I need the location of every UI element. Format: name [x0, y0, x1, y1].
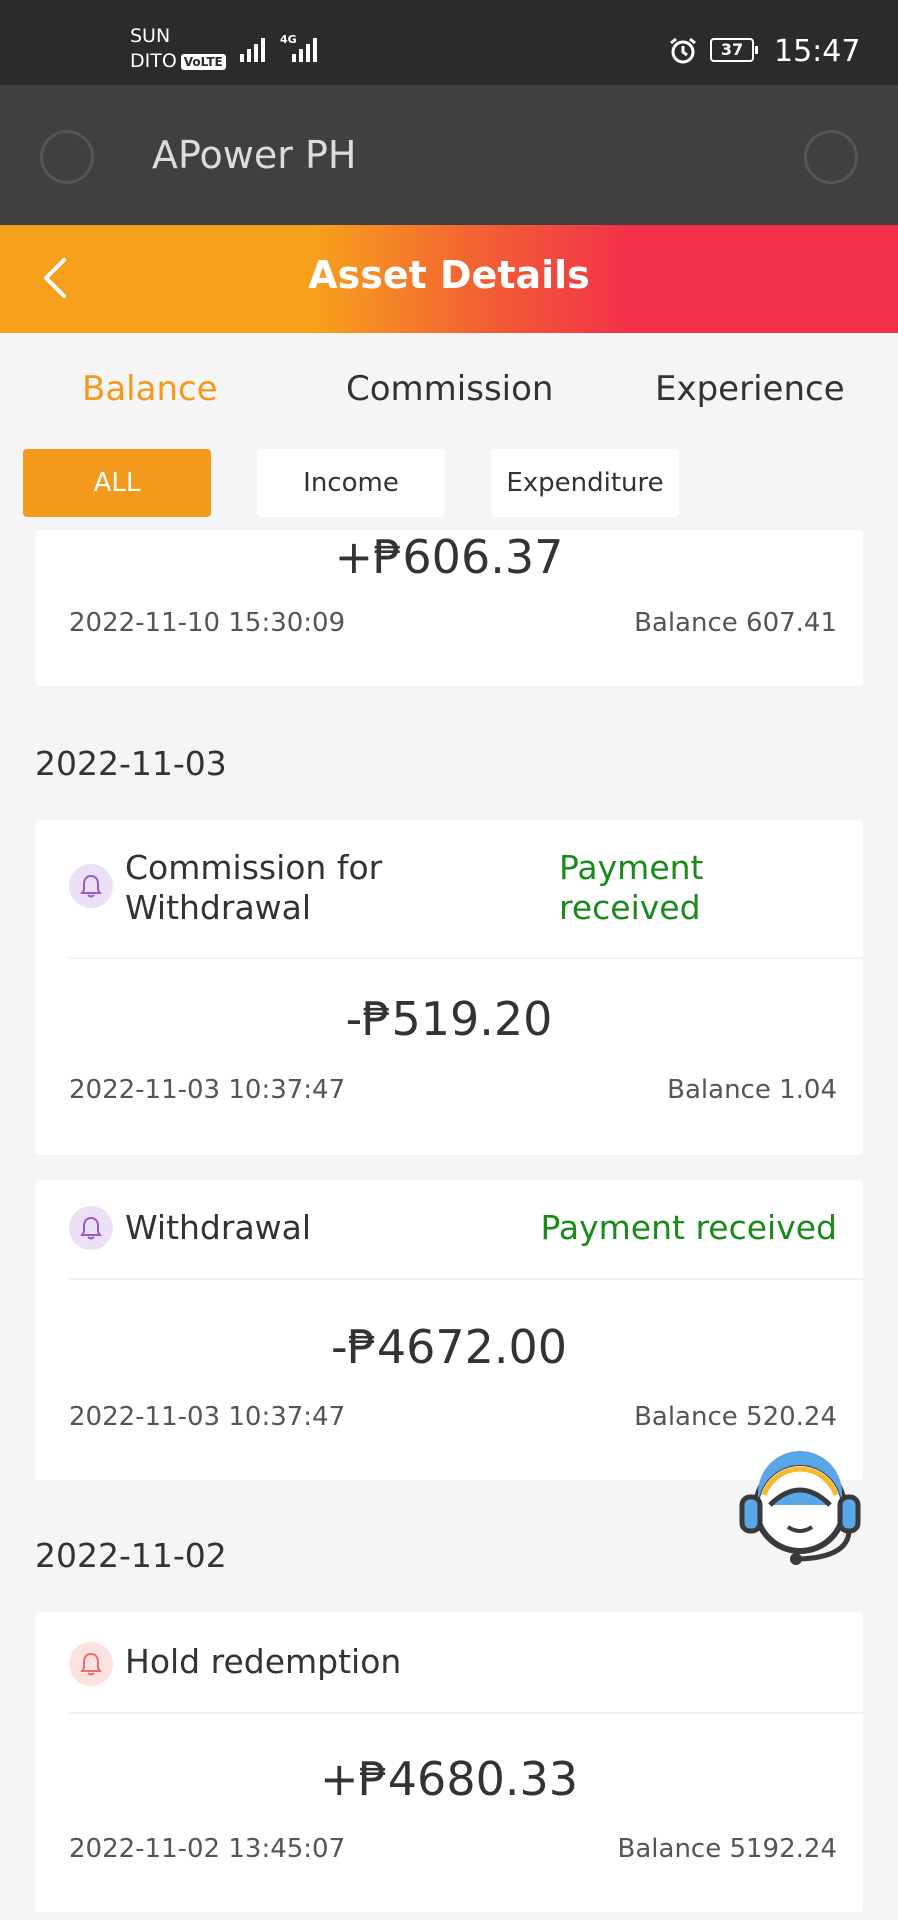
filter-bar: ALL Income Expenditure	[0, 445, 898, 525]
record-amount: -₱4672.00	[330, 1320, 568, 1374]
record-time: 2022-11-03 10:37:47	[69, 1402, 346, 1432]
bell-icon	[69, 864, 113, 908]
bell-icon	[69, 1642, 113, 1686]
card-divider	[69, 1712, 863, 1714]
card-divider	[69, 957, 863, 959]
signal-icon	[240, 32, 265, 62]
signal-icon-2	[292, 32, 317, 62]
carrier-info: SUN DITO VoLTE	[130, 24, 226, 74]
bell-icon	[69, 1206, 113, 1250]
volte-badge: VoLTE	[180, 53, 226, 70]
battery-icon: 37	[710, 38, 758, 62]
record-balance: Balance 5192.24	[617, 1834, 837, 1864]
record-title: Withdrawal	[125, 1208, 312, 1247]
record-status: Payment received	[540, 1208, 837, 1247]
card-divider	[69, 1278, 863, 1280]
filter-all[interactable]: ALL	[23, 449, 211, 517]
record-title: Commission for Withdrawal	[125, 848, 383, 927]
record-card[interactable]: Hold redemption +₱4680.33 2022-11-02 13:…	[35, 1612, 863, 1912]
tab-commission[interactable]: Commission	[346, 369, 553, 409]
app-logo-icon	[40, 130, 94, 184]
customer-service-icon[interactable]	[730, 1435, 870, 1575]
alarm-icon	[670, 37, 696, 64]
record-status: Payment received	[559, 848, 704, 927]
date-header: 2022-11-03	[35, 744, 227, 783]
title-bar: Asset Details	[0, 225, 898, 333]
record-card[interactable]: Commission for Withdrawal Payment receiv…	[35, 820, 863, 1155]
record-time: 2022-11-02 13:45:07	[69, 1834, 346, 1864]
record-amount: +₱4680.33	[319, 1752, 579, 1806]
record-time: 2022-11-03 10:37:47	[69, 1075, 346, 1105]
date-header: 2022-11-02	[35, 1536, 227, 1575]
asset-tabs: Balance Commission Experience	[0, 333, 898, 445]
record-amount: +₱606.37	[334, 530, 564, 584]
tab-balance[interactable]: Balance	[82, 369, 218, 409]
status-bar: SUN DITO VoLTE 4G 37 15:47	[0, 0, 898, 85]
status-time: 15:47	[774, 34, 861, 69]
carrier-2: DITO	[130, 50, 177, 72]
carrier-1: SUN	[130, 25, 171, 47]
filter-income[interactable]: Income	[257, 449, 445, 517]
menu-icon[interactable]	[804, 130, 858, 184]
app-header: APower PH	[0, 85, 898, 225]
app-title: APower PH	[152, 133, 357, 177]
record-balance: Balance 520.24	[634, 1402, 837, 1432]
tab-experience[interactable]: Experience	[655, 369, 845, 409]
record-balance: Balance 1.04	[667, 1075, 837, 1105]
record-title: Hold redemption	[125, 1642, 402, 1681]
record-card[interactable]: +₱606.37 2022-11-10 15:30:09 Balance 607…	[35, 530, 863, 686]
record-amount: -₱519.20	[345, 992, 553, 1046]
page-title: Asset Details	[308, 253, 590, 297]
filter-expenditure[interactable]: Expenditure	[491, 449, 679, 517]
record-time: 2022-11-10 15:30:09	[69, 608, 346, 638]
record-balance: Balance 607.41	[634, 608, 837, 638]
